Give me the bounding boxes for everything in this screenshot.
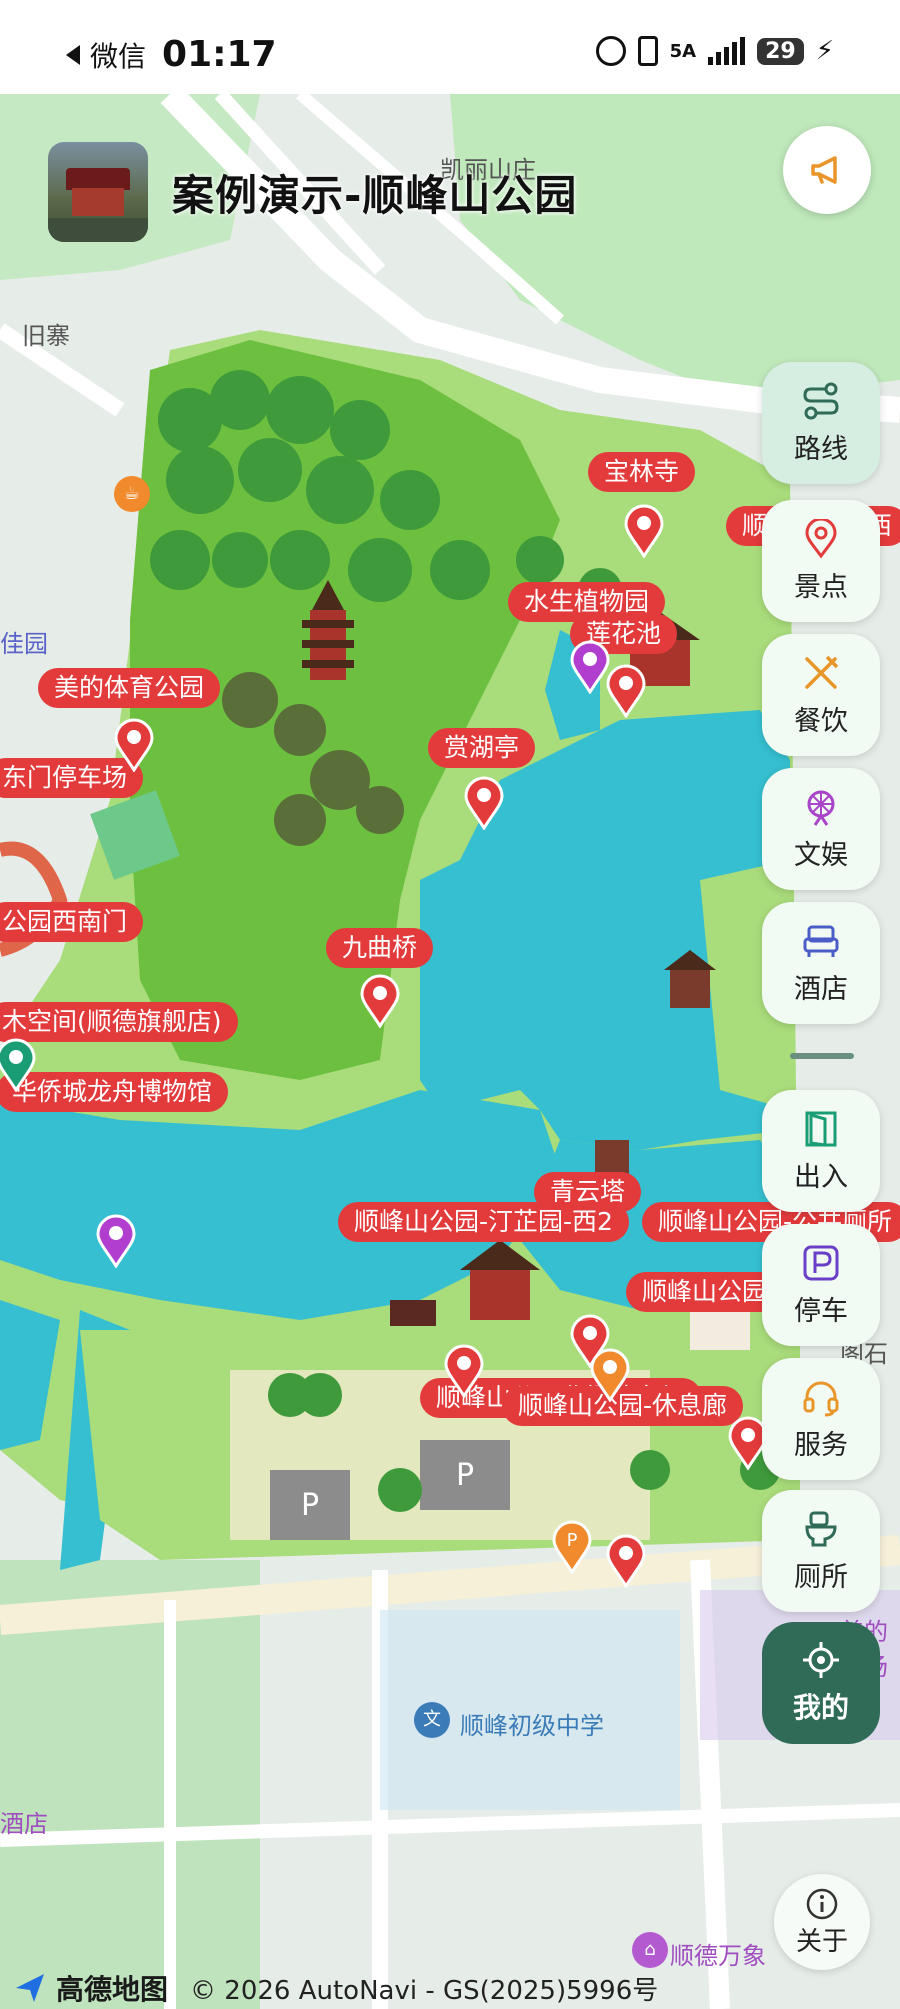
map-pin-icon[interactable] [96,1214,136,1268]
side-item-label: 餐饮 [794,705,848,737]
map-pin-icon[interactable] [444,1344,484,1398]
poi-label-lake-pavilion[interactable]: 赏湖亭 [428,728,536,768]
map-pin-icon[interactable] [114,718,154,772]
toilet-icon [805,1511,837,1546]
side-item-label: 景点 [794,571,848,603]
map-brand: 高德地图 [56,1973,169,2006]
status-left: 微信 01:17 [66,34,277,75]
battery-level: 29 [757,37,804,65]
map-copyright: © 2026 AutoNavi - GS(2025)5996号 [190,1975,659,2006]
back-app-label[interactable]: 微信 [90,35,146,75]
route-icon [803,382,839,419]
side-item-service[interactable]: 服务 [762,1358,880,1480]
side-item-label: 文娱 [794,839,848,871]
shopping-icon[interactable]: ⌂ [632,1932,668,1968]
locate-icon [803,1642,839,1678]
place-label-jiayuan: 佳园 [0,630,48,658]
side-item-attractions[interactable]: 景点 [762,500,880,622]
signal-icon [708,37,746,65]
svg-text:P: P [456,1458,474,1493]
charging-icon: ⚡ [815,36,834,66]
place-label-hotel: 酒店 [0,1810,48,1838]
poi-label-shunfeng-park[interactable]: 顺峰山公园 [626,1272,784,1312]
about-button[interactable]: 关于 [774,1874,870,1970]
poi-label-midea-sports-park[interactable]: 美的体育公园 [38,668,221,708]
page-header: 案例演示-顺峰山公园 [48,142,577,242]
poi-label-baolin-temple[interactable]: 宝林寺 [588,452,696,492]
side-item-label: 酒店 [794,973,848,1005]
side-item-parking[interactable]: 停车 [762,1224,880,1346]
map-pin-icon[interactable] [464,776,504,830]
megaphone-icon [811,156,837,184]
amap-logo-icon [16,1974,44,2002]
info-icon [806,1888,838,1919]
door-icon [805,1111,837,1147]
poi-label-tingzhi-garden[interactable]: 顺峰山公园-汀芷园-西2 [338,1202,629,1242]
map-pin-icon[interactable] [570,640,610,694]
headset-icon [803,1381,839,1416]
network-type: 5A [669,40,697,62]
school-icon[interactable]: 文 [414,1702,450,1738]
status-bar: 微信 01:17 5A 29 ⚡ [0,0,900,94]
parking-pin-icon[interactable]: P [552,1520,592,1574]
map-pin-icon[interactable] [624,504,664,558]
poi-label-southwest-gate[interactable]: 公园西南门 [0,902,144,942]
side-item-route[interactable]: 路线 [762,362,880,484]
side-item-entrance[interactable]: 出入 [762,1090,880,1212]
svg-text:P: P [567,1530,578,1551]
ferris-wheel-icon [807,790,835,826]
map-pin-icon[interactable] [360,974,400,1028]
my-location-button[interactable]: 我的 [762,1622,880,1744]
page-title: 案例演示-顺峰山公园 [172,170,578,220]
side-item-label: 路线 [794,433,848,465]
side-item-hotel[interactable]: 酒店 [762,902,880,1024]
cafe-icon[interactable]: ☕ [114,476,150,512]
fork-knife-icon [805,655,839,689]
poi-label-zigzag-bridge[interactable]: 九曲桥 [326,928,434,968]
about-label: 关于 [795,1926,848,1957]
map-pin-icon[interactable] [606,664,646,718]
side-item-label: 厕所 [794,1561,848,1593]
park-thumbnail [48,142,148,242]
svg-text:P: P [301,1488,319,1523]
alarm-icon [595,36,626,66]
place-label-school: 顺峰初级中学 [460,1712,604,1740]
map-pin-icon[interactable] [606,1534,646,1588]
menu-divider [790,1053,854,1059]
map-attribution: 高德地图 © 2026 AutoNavi - GS(2025)5996号 [14,1968,658,2008]
side-item-dining[interactable]: 餐饮 [762,634,880,756]
back-arrow-icon[interactable] [66,44,80,65]
location-pin-icon [805,518,837,559]
side-item-toilet[interactable]: 厕所 [762,1490,880,1612]
poi-label-wood-space[interactable]: 木空间(顺德旗舰店) [0,1002,238,1042]
place-label-jiuzhai: 旧寨 [22,322,70,350]
place-label-wanxiang: 顺德万象 [670,1942,766,1970]
my-location-label: 我的 [792,1691,849,1724]
side-item-entertainment[interactable]: 文娱 [762,768,880,890]
map-pin-icon[interactable] [590,1348,630,1402]
vibrate-icon [637,36,658,66]
bed-icon [803,925,839,957]
map-pin-icon[interactable] [0,1038,36,1092]
side-item-label: 停车 [794,1295,848,1327]
announcement-button[interactable] [783,126,871,214]
parking-icon [803,1245,839,1280]
side-item-label: 服务 [794,1429,848,1461]
status-right: 5A 29 ⚡ [595,36,834,66]
side-item-label: 出入 [794,1161,848,1193]
clock: 01:17 [162,34,277,75]
